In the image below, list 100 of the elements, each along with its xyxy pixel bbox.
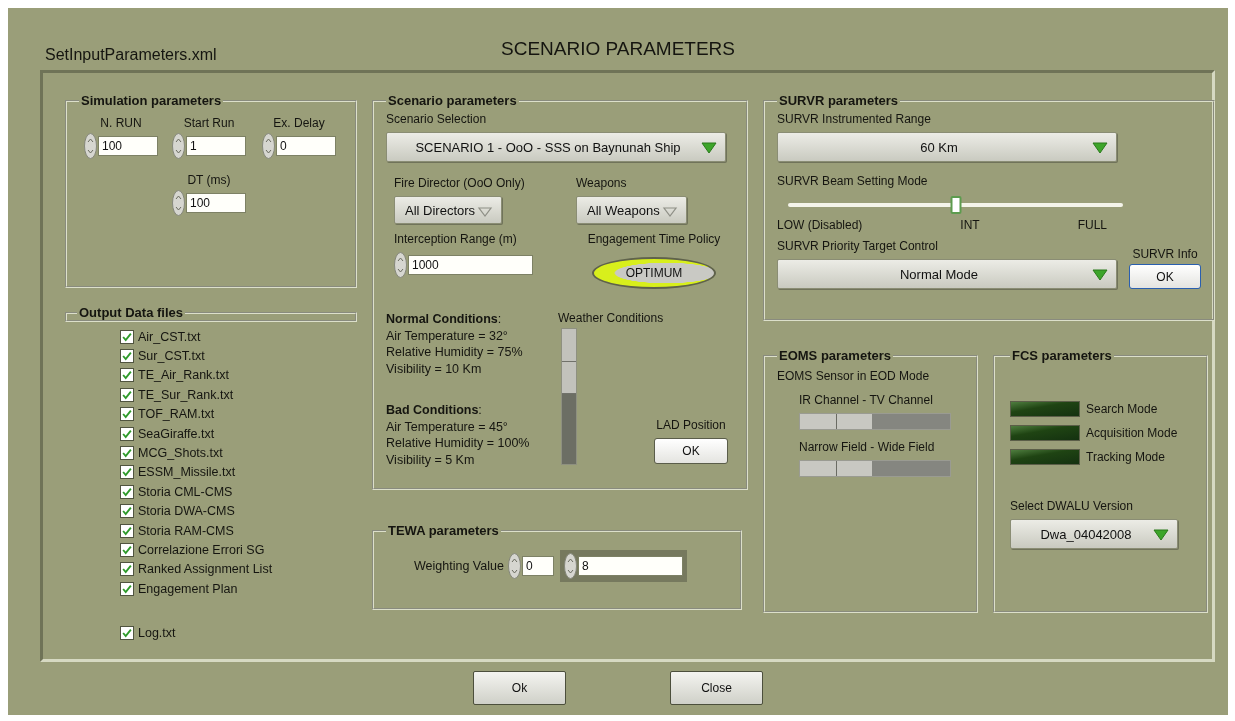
checkbox[interactable]: [120, 523, 134, 538]
slider-track[interactable]: [788, 203, 1123, 207]
checkbox[interactable]: [120, 465, 134, 480]
conditions-heading: Normal Conditions:: [386, 311, 503, 328]
toggle-switch[interactable]: OPTIMUM: [592, 257, 716, 289]
checkbox-label: ESSM_Missile.txt: [138, 465, 236, 480]
field-label: Fire Director (OoO Only): [394, 176, 526, 190]
field-label: Interception Range (m): [394, 232, 518, 246]
number-field[interactable]: 0: [276, 136, 336, 156]
indicator-label: Tracking Mode: [1086, 450, 1165, 464]
field-label: DT (ms): [187, 173, 231, 187]
checkbox-label: Correlazione Errori SG: [138, 543, 265, 557]
slider-tick-label: INT: [960, 218, 980, 232]
number-field[interactable]: 0: [521, 556, 554, 576]
field-label: Scenario Selection: [386, 112, 488, 126]
dropdown[interactable]: Normal Mode: [777, 259, 1117, 289]
indicator-label: Search Mode: [1086, 402, 1158, 416]
checkbox-label: SeaGiraffe.txt: [138, 426, 215, 441]
dropdown-arrow-icon: [701, 142, 717, 154]
window-title: SCENARIO PARAMETERS: [501, 37, 735, 60]
slider-track[interactable]: [561, 328, 577, 465]
ok-button[interactable]: OK: [654, 438, 728, 464]
checkbox-label: TOF_RAM.txt: [138, 407, 215, 422]
file-name: SetInputParameters.xml: [44, 46, 218, 65]
field-label: N. RUN: [100, 116, 142, 130]
panel-title: SURVR parameters: [778, 93, 899, 108]
spin-button[interactable]: [172, 190, 185, 216]
slider-tick-label: FULL: [1077, 218, 1107, 232]
spin-button[interactable]: [262, 133, 275, 159]
conditions-text: Air Temperature = 32°: [386, 327, 509, 344]
checkbox-label: Log.txt: [138, 626, 176, 641]
indicator-label: Acquisition Mode: [1086, 426, 1178, 440]
field-label: IR Channel - TV Channel: [799, 393, 934, 407]
spin-button[interactable]: [84, 133, 97, 159]
checkbox-label: TE_Air_Rank.txt: [138, 368, 229, 383]
checkbox-label: Sur_CST.txt: [138, 349, 205, 364]
slider-tick-label: LOW (Disabled): [777, 218, 863, 232]
panel-title: TEWA parameters: [387, 523, 500, 538]
checkbox-label: Ranked Assignment List: [138, 562, 273, 577]
slider-thumb[interactable]: [950, 196, 961, 214]
dropdown-arrow-icon: [1153, 529, 1169, 541]
checkbox[interactable]: [120, 543, 134, 557]
field-label: Weighting Value: [414, 559, 504, 573]
field-label: Ex. Delay: [273, 116, 325, 130]
field-label: Weather Conditions: [558, 311, 665, 325]
checkbox[interactable]: [120, 484, 134, 499]
checkbox[interactable]: [120, 446, 134, 461]
panel-title: Scenario parameters: [387, 93, 518, 108]
conditions-text: Relative Humidity = 100%: [386, 435, 531, 452]
spin-button[interactable]: [507, 553, 521, 579]
checkbox[interactable]: [120, 407, 134, 422]
checkbox[interactable]: [120, 426, 134, 441]
ok-button[interactable]: OK: [1129, 264, 1201, 289]
panel-title: EOMS parameters: [778, 348, 892, 363]
field-label: LAD Position: [656, 418, 726, 432]
dropdown[interactable]: Dwa_04042008: [1010, 519, 1178, 549]
field-label: SURVR Beam Setting Mode: [777, 174, 929, 188]
panel-title: Simulation parameters: [80, 93, 223, 108]
slide-switch-fill[interactable]: [800, 414, 872, 429]
checkbox-label: Storia RAM-CMS: [138, 523, 234, 538]
dropdown-arrow-icon: [661, 206, 678, 218]
number-field[interactable]: 100: [186, 193, 246, 213]
field-label: Narrow Field - Wide Field: [799, 440, 936, 454]
number-field[interactable]: 8: [577, 556, 683, 576]
checkbox[interactable]: [120, 329, 134, 344]
field-label: Engagement Time Policy: [587, 232, 721, 246]
slider-fill[interactable]: [562, 329, 576, 394]
field-label: Start Run: [183, 116, 235, 130]
field-label: Select DWALU Version: [1010, 499, 1134, 513]
checkbox[interactable]: [120, 387, 134, 402]
dropdown[interactable]: SCENARIO 1 - OoO - SSS on Baynunah Ship: [386, 132, 726, 162]
panel-title: FCS parameters: [1011, 348, 1113, 363]
dialog-button[interactable]: Close: [670, 671, 763, 705]
spin-button[interactable]: [563, 553, 577, 579]
field-label: SURVR Info: [1132, 247, 1198, 261]
conditions-text: Visibility = 10 Km: [386, 360, 483, 377]
slide-switch-track[interactable]: [799, 413, 951, 430]
dropdown-arrow-icon: [1092, 269, 1108, 281]
checkbox[interactable]: [120, 349, 134, 364]
checkbox[interactable]: [120, 626, 134, 641]
conditions-text: Relative Humidity = 75%: [386, 344, 524, 361]
conditions-heading: Bad Conditions:: [386, 402, 483, 419]
spin-button[interactable]: [172, 133, 185, 159]
checkbox-label: MCG_Shots.txt: [138, 446, 223, 461]
checkbox[interactable]: [120, 581, 134, 596]
checkbox-label: Storia DWA-CMS: [138, 504, 235, 519]
dropdown[interactable]: 60 Km: [777, 132, 1117, 162]
slide-switch-fill[interactable]: [800, 461, 872, 476]
spin-button[interactable]: [394, 252, 407, 278]
dropdown-arrow-icon: [477, 206, 494, 218]
checkbox[interactable]: [120, 368, 134, 383]
number-field[interactable]: 1000: [408, 255, 533, 275]
slide-switch-track[interactable]: [799, 460, 951, 477]
checkbox[interactable]: [120, 504, 134, 519]
number-field[interactable]: 1: [186, 136, 246, 156]
dialog-button[interactable]: Ok: [473, 671, 566, 705]
checkbox[interactable]: [120, 562, 134, 577]
field-label: SURVR Priority Target Control: [777, 239, 939, 253]
field-label: EOMS Sensor in EOD Mode: [777, 369, 931, 383]
number-field[interactable]: 100: [98, 136, 158, 156]
